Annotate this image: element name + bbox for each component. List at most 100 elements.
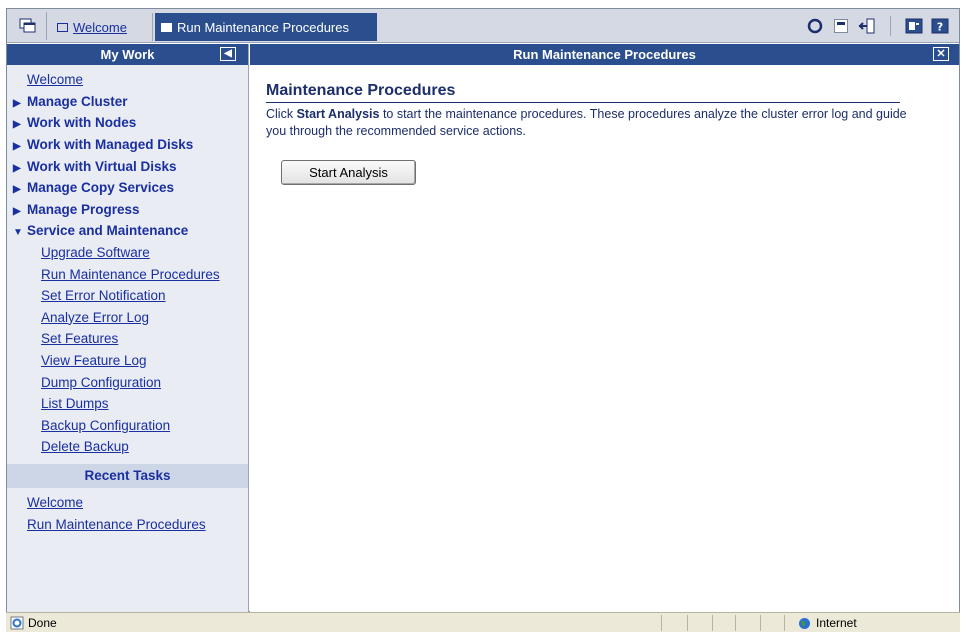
expand-arrow-icon: ▶	[13, 162, 21, 174]
nav-subitem-backup-configuration[interactable]: Backup Configuration	[7, 415, 248, 437]
nav-group-label: ▶ Work with Virtual Disks	[7, 159, 177, 174]
nav-label: Welcome	[27, 494, 84, 510]
tab-run-maintenance-procedures[interactable]: Run Maintenance Procedures	[155, 13, 377, 41]
globe-icon	[799, 617, 810, 629]
nav-item-work-with-virtual-disks[interactable]: ▶ Work with Virtual Disks	[7, 155, 248, 177]
collapse-panel-icon[interactable]: ◀	[220, 47, 236, 61]
top-tab-bar: Welcome Run Maintenance Procedures ?	[7, 9, 959, 43]
recent-item-run-maintenance-procedures[interactable]: Run Maintenance Procedures	[7, 513, 248, 535]
nav-subitem-upgrade-software[interactable]: Upgrade Software	[7, 242, 248, 264]
recent-item-welcome[interactable]: Welcome	[7, 492, 248, 514]
nav-subitem-delete-backup[interactable]: Delete Backup	[7, 436, 248, 458]
nav-label: Analyze Error Log	[41, 309, 150, 325]
nav-group-label: ▶ Work with Managed Disks	[7, 137, 193, 152]
nav-group-label: ▶ Work with Nodes	[7, 115, 136, 130]
windows-icon	[19, 18, 35, 33]
tab-label: Run Maintenance Procedures	[177, 19, 349, 35]
nav-list: Welcome ▶ Manage Cluster ▶ Work with Nodes…	[7, 65, 248, 458]
nav-label: Dump Configuration	[41, 374, 162, 390]
my-work-panel: My Work ◀ Welcome ▶ Manage Cluster ▶ Work …	[7, 44, 249, 612]
nav-item-manage-cluster[interactable]: ▶ Manage Cluster	[7, 91, 248, 113]
expand-arrow-icon: ▶	[13, 184, 21, 196]
status-text: Done	[28, 616, 57, 630]
nav-group-label: ▶ Manage Cluster	[7, 94, 128, 109]
nav-label: Work with Nodes	[27, 115, 137, 131]
recent-tasks-list: Welcome Run Maintenance Procedures	[7, 488, 248, 535]
nav-label: Run Maintenance Procedures	[27, 516, 206, 532]
main-panel-header: Run Maintenance Procedures ✕	[250, 44, 959, 65]
exit-icon[interactable]	[856, 16, 878, 36]
desc-bold-text: Start Analysis	[296, 107, 380, 121]
nav-label: Set Features	[41, 331, 119, 347]
section-title: Maintenance Procedures	[266, 82, 900, 103]
expand-arrow-icon: ▶	[13, 97, 21, 109]
expand-arrow-icon: ▶	[13, 205, 21, 217]
status-divider	[784, 615, 785, 631]
minimize-icon[interactable]	[830, 16, 852, 36]
description-text: Click Start Analysis to start the mainte…	[266, 106, 916, 140]
nav-label: List Dumps	[41, 396, 109, 412]
nav-subitem-set-features[interactable]: Set Features	[7, 328, 248, 350]
console-frame: Welcome Run Maintenance Procedures ? My …	[6, 8, 960, 612]
toolbar-icons: ?	[804, 15, 951, 37]
main-panel-title: Run Maintenance Procedures	[513, 47, 696, 62]
nav-group-label: ▼ Service and Maintenance	[7, 223, 188, 238]
tab-welcome[interactable]: Welcome	[51, 13, 153, 41]
zone-label: Internet	[816, 616, 857, 630]
nav-item-welcome[interactable]: Welcome	[7, 69, 248, 91]
nav-subitem-view-feature-log[interactable]: View Feature Log	[7, 350, 248, 372]
nav-label: Delete Backup	[41, 439, 129, 455]
nav-subitem-analyze-error-log[interactable]: Analyze Error Log	[7, 307, 248, 329]
nav-item-work-with-managed-disks[interactable]: ▶ Work with Managed Disks	[7, 134, 248, 156]
help-icon[interactable]: ?	[929, 16, 951, 36]
nav-label: Run Maintenance Procedures	[41, 266, 220, 282]
panel-title: My Work	[100, 47, 155, 62]
status-done: Done	[10, 616, 57, 630]
nav-label: Work with Managed Disks	[27, 137, 194, 153]
desc-text: Click	[266, 107, 297, 121]
collapse-arrow-icon: ▼	[13, 227, 23, 239]
refresh-icon[interactable]	[804, 16, 826, 36]
nav-group-label: ▶ Manage Copy Services	[7, 180, 174, 195]
nav-item-work-with-nodes[interactable]: ▶ Work with Nodes	[7, 112, 248, 134]
nav-subitem-list-dumps[interactable]: List Dumps	[7, 393, 248, 415]
nav-label: Upgrade Software	[41, 245, 150, 261]
nav-label: Work with Virtual Disks	[27, 158, 177, 174]
nav-subitem-dump-configuration[interactable]: Dump Configuration	[7, 371, 248, 393]
status-bar: Done Internet	[6, 612, 960, 632]
nav-label: View Feature Log	[41, 353, 147, 369]
nav-group-label: ▶ Manage Progress	[7, 202, 140, 217]
tab-label: Welcome	[73, 19, 127, 35]
nav-label: Set Error Notification	[41, 288, 166, 304]
help-panel-icon[interactable]	[903, 16, 925, 36]
security-zone: Internet	[798, 616, 857, 630]
nav-item-service-and-maintenance[interactable]: ▼ Service and Maintenance	[7, 220, 248, 242]
nav-item-manage-copy-services[interactable]: ▶ Manage Copy Services	[7, 177, 248, 199]
page-icon	[57, 22, 68, 32]
nav-item-manage-progress[interactable]: ▶ Manage Progress	[7, 199, 248, 221]
nav-subitem-set-error-notification[interactable]: Set Error Notification	[7, 285, 248, 307]
ie-page-icon	[10, 616, 24, 630]
task-bar-button[interactable]	[9, 12, 47, 40]
nav-label: Backup Configuration	[41, 417, 171, 433]
panel-header: My Work ◀	[7, 44, 248, 65]
nav-label: Manage Cluster	[27, 93, 128, 109]
start-analysis-button[interactable]: Start Analysis	[281, 160, 416, 185]
expand-arrow-icon: ▶	[13, 119, 21, 131]
status-divider	[687, 615, 688, 631]
close-icon[interactable]: ✕	[933, 47, 949, 61]
status-divider	[760, 615, 761, 631]
main-panel: Run Maintenance Procedures ✕ Maintenance…	[250, 44, 959, 612]
toolbar-separator	[890, 16, 891, 36]
expand-arrow-icon: ▶	[13, 141, 21, 153]
status-divider	[735, 615, 736, 631]
nav-label: Welcome	[27, 72, 84, 88]
status-divider	[661, 615, 662, 631]
svg-text:?: ?	[937, 21, 943, 34]
nav-label: Manage Copy Services	[27, 180, 175, 196]
status-divider	[712, 615, 713, 631]
recent-tasks-header: Recent Tasks	[7, 463, 248, 488]
main-content: Maintenance Procedures Click Start Analy…	[250, 65, 959, 185]
nav-label: Manage Progress	[27, 201, 140, 217]
nav-subitem-run-maintenance-procedures[interactable]: Run Maintenance Procedures	[7, 263, 248, 285]
